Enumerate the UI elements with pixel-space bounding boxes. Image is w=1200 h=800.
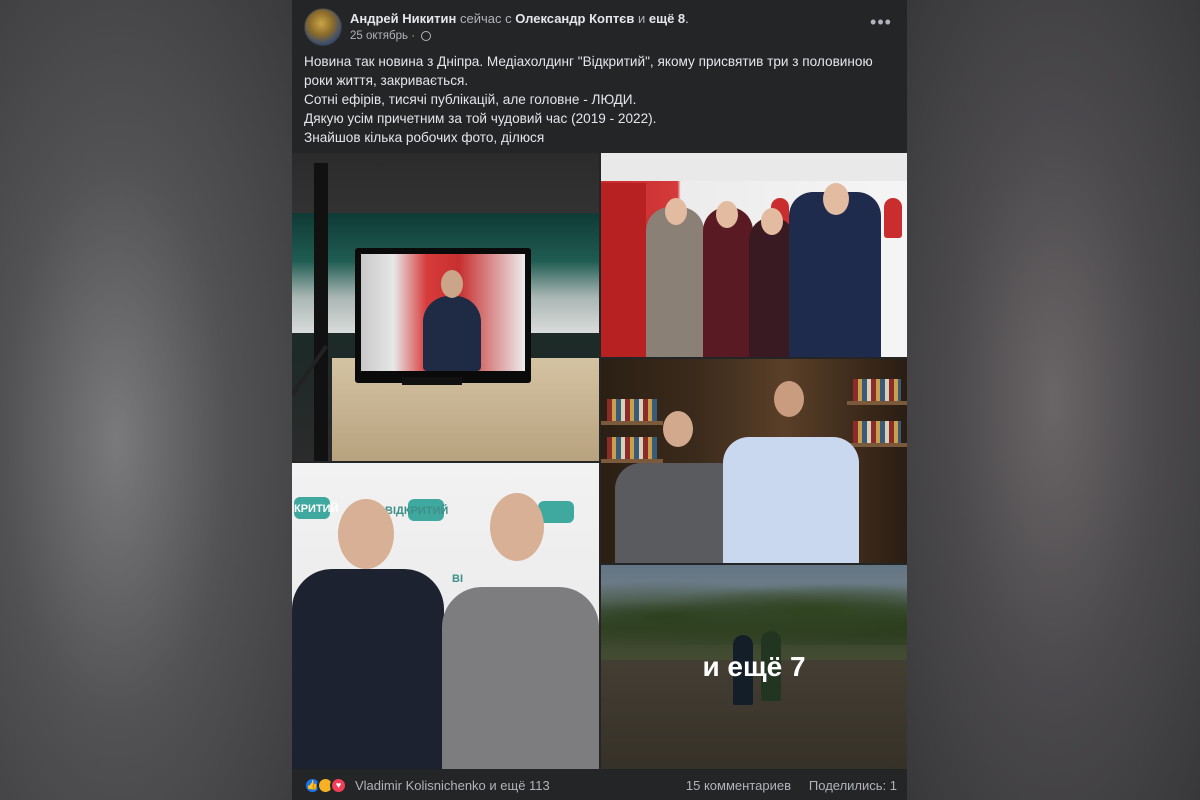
photo-branded-wall[interactable]: КРИТИЙ ВІДКРИТИЙ ВІ bbox=[292, 463, 599, 769]
post-text-line: Новина так новина з Дніпра. Медіахолдинг… bbox=[304, 54, 873, 69]
shares-count[interactable]: Поделились: 1 bbox=[809, 778, 897, 793]
more-horizontal-icon: ••• bbox=[870, 12, 892, 32]
globe-icon[interactable] bbox=[421, 31, 432, 41]
post-text-line: Сотні ефірів, тисячі публікацій, але гол… bbox=[304, 92, 637, 107]
post-text-line: Знайшов кілька робочих фото, ділюся bbox=[304, 130, 545, 145]
author-avatar[interactable] bbox=[304, 8, 342, 46]
author-name[interactable]: Андрей Никитин bbox=[350, 11, 456, 26]
and-word: и bbox=[637, 11, 646, 26]
tv-monitor bbox=[355, 248, 531, 383]
post-text-line: роки життя, закривається. bbox=[304, 73, 469, 88]
photo-excavation-more[interactable]: и ещё 7 bbox=[601, 565, 907, 769]
reactors-summary[interactable]: Vladimir Kolisnichenko и ещё 113 bbox=[355, 778, 550, 793]
post-meta: 25 октябрь · bbox=[350, 30, 432, 42]
facebook-post: Андрей Никитин сейчас с Олександр Коптєв… bbox=[292, 0, 907, 800]
love-icon: ♥ bbox=[330, 777, 347, 794]
more-photos-overlay[interactable]: и ещё 7 bbox=[601, 651, 907, 683]
tagged-others[interactable]: ещё 8 bbox=[649, 11, 685, 26]
post-footer: 👍 ♥ Vladimir Kolisnichenko и ещё 113 15 … bbox=[304, 775, 897, 797]
post-date[interactable]: 25 октябрь bbox=[350, 30, 408, 42]
background-right bbox=[907, 0, 1200, 800]
more-options-button[interactable]: ••• bbox=[869, 13, 893, 34]
reaction-icons[interactable]: 👍 ♥ bbox=[304, 777, 350, 795]
period: . bbox=[685, 11, 689, 26]
photo-four-people[interactable] bbox=[601, 153, 907, 357]
background-left bbox=[0, 0, 292, 800]
with-prefix: сейчас с bbox=[459, 11, 512, 26]
post-header: Андрей Никитин сейчас с Олександр Коптєв… bbox=[304, 8, 895, 48]
tagged-person[interactable]: Олександр Коптєв bbox=[515, 11, 634, 26]
author-line: Андрей Никитин сейчас с Олександр Коптєв… bbox=[350, 11, 689, 26]
post-text-line: Дякую усім причетним за той чудовий час … bbox=[304, 111, 657, 126]
comments-count[interactable]: 15 комментариев bbox=[686, 778, 791, 793]
photo-studio-monitor[interactable] bbox=[292, 153, 599, 461]
post-body: Новина так новина з Дніпра. Медіахолдинг… bbox=[304, 52, 893, 147]
tripod bbox=[314, 163, 328, 461]
photo-library-two-men[interactable] bbox=[601, 359, 907, 563]
